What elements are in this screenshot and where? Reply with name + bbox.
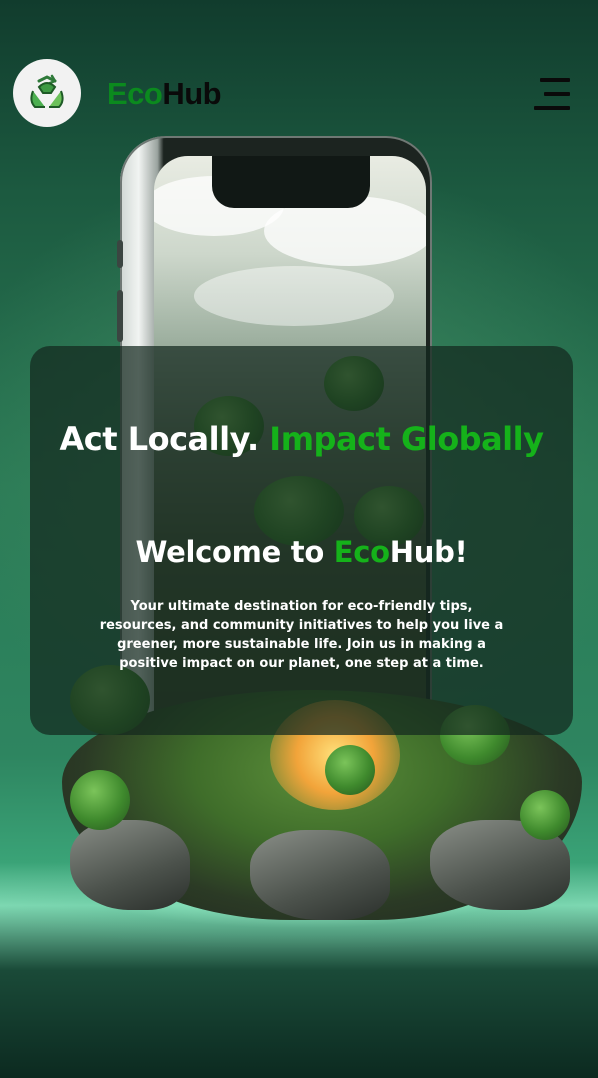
phone-side-button	[117, 240, 123, 268]
headline-green: Impact Globally	[269, 420, 544, 458]
menu-line	[544, 92, 570, 96]
hamburger-menu-button[interactable]	[532, 78, 570, 110]
welcome-prefix: Welcome to	[135, 535, 334, 569]
brand-hub: Hub	[162, 76, 222, 111]
menu-line	[540, 78, 570, 82]
welcome-hub: Hub!	[389, 535, 468, 569]
phone-side-button	[117, 290, 123, 342]
hero-headline: Act Locally. Impact Globally	[30, 414, 573, 465]
brand-eco: Eco	[107, 76, 163, 111]
intro-paragraph: Your ultimate destination for eco-friend…	[99, 599, 504, 671]
headline-white: Act Locally.	[59, 420, 260, 458]
welcome-heading: Welcome to EcoHub!	[30, 531, 573, 573]
menu-line	[534, 106, 570, 110]
brand-name[interactable]: EcoHub	[107, 76, 222, 112]
recycle-icon	[30, 74, 64, 108]
welcome-eco: Eco	[333, 535, 390, 569]
phone-notch	[212, 156, 370, 208]
logo[interactable]	[13, 59, 81, 127]
